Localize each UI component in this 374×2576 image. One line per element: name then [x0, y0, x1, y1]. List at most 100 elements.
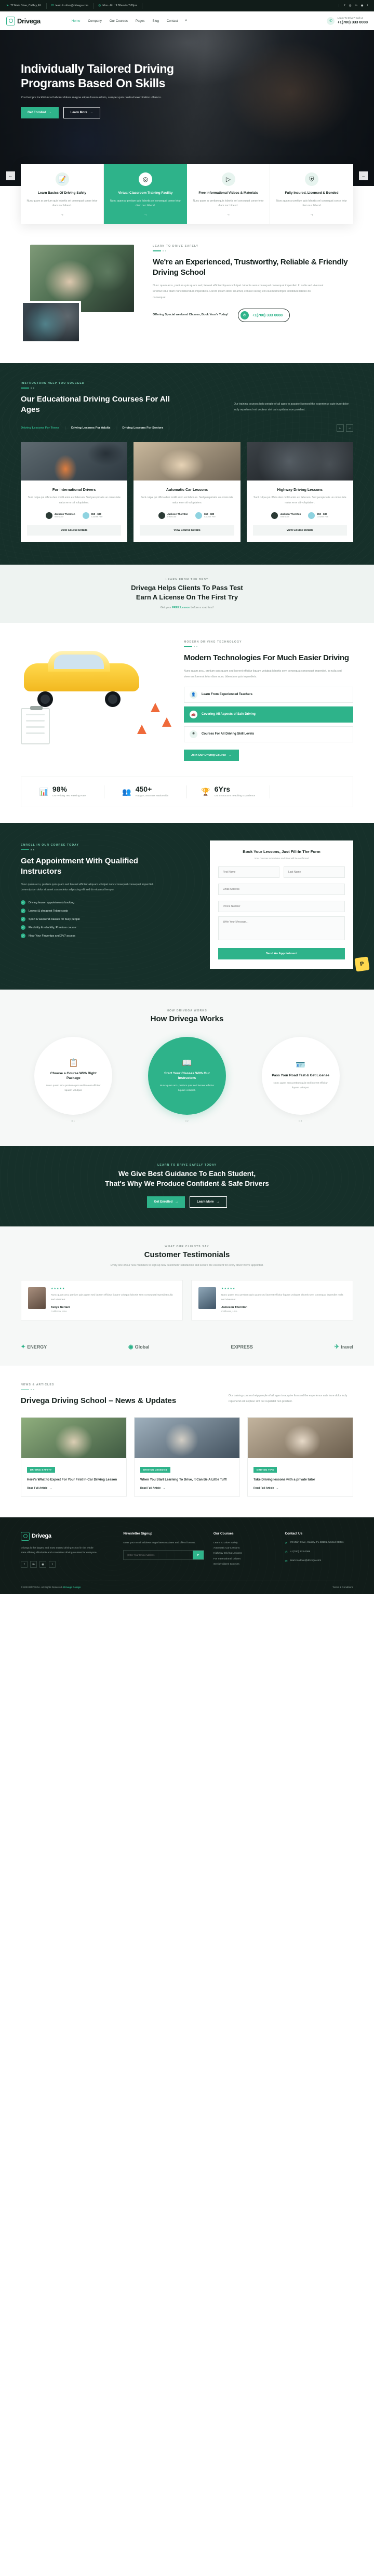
footer-link[interactable]: Highway Driving Lessons	[213, 1551, 276, 1556]
topbar-email[interactable]: ✉ learn.to.drive@drivega.com	[47, 3, 94, 9]
appointment-form: Book Your Lessons, Just Fill-In The Form…	[210, 840, 353, 969]
get-enrolled-label: Get Enrolled	[28, 111, 46, 115]
hero-prev-button[interactable]: ←	[6, 171, 15, 180]
view-course-details-button[interactable]: View Course Details	[252, 525, 347, 536]
guide-get-enrolled-button[interactable]: Get Enrolled →	[147, 1196, 185, 1208]
first-name-input[interactable]	[218, 866, 279, 878]
course-card[interactable]: Automatic Car Lessons Sunt culpa qui off…	[133, 442, 241, 542]
news-card[interactable]: DRIVING SAFETY Here's What to Expect For…	[21, 1417, 127, 1497]
tech-eyebrow: MODERN DRIVING TECHNOLOGY	[184, 640, 242, 644]
guide-learn-more-button[interactable]: Learn More →	[190, 1196, 227, 1208]
nav-item-our-courses[interactable]: Our Courses	[110, 19, 128, 23]
read-article-link[interactable]: Read Full Article →	[253, 1487, 347, 1490]
feature-card[interactable]: ◎ Virtual Classroom Training Facility Nu…	[104, 164, 187, 224]
course-card[interactable]: Highway Driving Lessons Sunt culpa qui o…	[246, 442, 353, 542]
get-enrolled-button[interactable]: Get Enrolled →	[21, 107, 59, 119]
tab-seniors[interactable]: Driving Lessons For Seniors	[116, 426, 170, 430]
hero-next-button[interactable]: →	[359, 171, 368, 180]
testimonials-subtitle: Every one of our new members to sign up …	[110, 1263, 264, 1267]
tech-title: Modern Technologies For Much Easier Driv…	[184, 653, 349, 663]
footer-terms-link[interactable]: Terms & Conditions	[332, 1586, 353, 1589]
send-appointment-button[interactable]: Send An Appointment	[218, 947, 345, 959]
footer-link[interactable]: For International Drivers	[213, 1557, 276, 1562]
feature-card[interactable]: ⛨ Fully Insured, Licensed & Bonded Nunc …	[270, 164, 353, 224]
plane-icon: ✈	[334, 1344, 339, 1351]
courses-prev-button[interactable]: ←	[337, 424, 344, 432]
nav-item-blog[interactable]: Blog	[153, 19, 159, 23]
footer-email[interactable]: ✉ learn.to.drive@drivega.com	[285, 1559, 353, 1565]
tab-teens[interactable]: Driving Lessons For Teens	[21, 426, 65, 430]
arrow-right-icon[interactable]: →	[110, 213, 181, 217]
course-card[interactable]: For International Drivers Sunt culpa qui…	[21, 442, 128, 542]
brand-name: EXPRESS	[231, 1344, 253, 1350]
phone-input[interactable]	[218, 900, 345, 912]
footer-bottom: © 2023 DRIVEGA. All Rights Reserved. Dri…	[21, 1581, 353, 1594]
nav-item-pages[interactable]: Pages	[136, 19, 145, 23]
facebook-icon[interactable]: f	[21, 1561, 28, 1568]
how-eyebrow: HOW DRIVEGA WORKS	[167, 1009, 207, 1012]
nav-item-home[interactable]: Home	[72, 19, 81, 23]
footer-phone[interactable]: ✆ +1(700) 333 0088	[285, 1550, 353, 1556]
view-course-details-button[interactable]: View Course Details	[27, 525, 122, 536]
topbar-social-links: f ◎ in ◉ t	[339, 4, 368, 7]
footer-link[interactable]: Senior Citizen Courses	[213, 1562, 276, 1567]
feature-card[interactable]: 📝 Learn Basics Of Driving Safely Nunc qu…	[21, 164, 104, 224]
page-root: ➤ 72 Main Drive, Calibry, FL ✉ learn.to.…	[0, 0, 374, 1595]
tech-feature-item[interactable]: 👤 Learn From Experienced Teachers	[184, 686, 353, 703]
arrow-right-icon[interactable]: →	[26, 213, 98, 217]
read-article-link[interactable]: Read Full Article →	[27, 1487, 121, 1490]
how-step-desc: Nunc quam arcu pretium quis sed laoreet …	[46, 1084, 101, 1092]
stat-label: Happy Customers Nationwide	[135, 794, 169, 797]
news-card[interactable]: DRIVING TIPS Take Driving lessons with a…	[247, 1417, 353, 1497]
tech-feature-item[interactable]: ⛯ Courses For All Driving Skill Levels	[184, 726, 353, 742]
guide-eyebrow: LEARN TO DRIVE SAFELY TODAY	[157, 1163, 217, 1167]
newsletter-submit-button[interactable]: ➤	[192, 1551, 204, 1560]
footer-logo[interactable]: Drivega	[21, 1531, 114, 1541]
pinterest-icon[interactable]: ◉	[39, 1561, 46, 1568]
linkedin-icon[interactable]: in	[30, 1561, 37, 1568]
email-input[interactable]	[218, 883, 345, 895]
learn-more-button[interactable]: Learn More →	[63, 107, 101, 119]
how-step-card[interactable]: 📋 Choose a Course With Right Package Nun…	[34, 1036, 113, 1115]
how-step-card[interactable]: 🪪 Pass Your Road Test & Get License Nunc…	[261, 1036, 340, 1115]
footer-link[interactable]: Learn To Drive Safely	[213, 1541, 276, 1546]
feature-card[interactable]: ▷ Free Informational Videos & Materials …	[187, 164, 270, 224]
about-phone-number: +1(700) 333 0088	[252, 313, 283, 318]
logo[interactable]: Drivega	[6, 16, 41, 25]
view-course-details-button[interactable]: View Course Details	[140, 525, 234, 536]
arrow-right-icon[interactable]: →	[276, 213, 348, 217]
newsletter-heading: Newsletter Signup	[123, 1531, 153, 1536]
how-step-card[interactable]: 📖 Start Your Classes With Our Instructor…	[148, 1036, 226, 1115]
instructor-role: Instructor	[280, 515, 289, 518]
about-phone-button[interactable]: ✆ +1(700) 333 0088	[237, 308, 290, 322]
courses-title: Our Educational Driving Courses For All …	[21, 395, 170, 415]
search-icon[interactable]: ⌕	[185, 19, 187, 23]
news-card[interactable]: DRIVING LESSONS When You Start Learning …	[134, 1417, 240, 1497]
form-title: Book Your Lessons, Just Fill-In The Form	[243, 849, 320, 854]
join-course-button[interactable]: Join Our Driving Course →	[184, 749, 239, 761]
nav-item-company[interactable]: Company	[88, 19, 101, 23]
instagram-icon[interactable]: ◎	[349, 4, 352, 7]
courses-next-button[interactable]: →	[346, 424, 353, 432]
logo-icon	[6, 16, 15, 25]
facebook-icon[interactable]: f	[344, 4, 345, 7]
divider	[21, 849, 196, 850]
tech-feature-item[interactable]: 🚗 Covering All Aspects of Safe Driving	[184, 706, 353, 723]
arrow-right-icon[interactable]: →	[193, 213, 264, 217]
course-price-label: Course Fee	[91, 515, 103, 518]
read-article-link[interactable]: Read Full Article →	[140, 1487, 234, 1490]
arrow-right-icon: →	[48, 111, 52, 115]
nav-item-contact[interactable]: Contact	[167, 19, 178, 23]
divider	[153, 250, 353, 252]
twitter-icon[interactable]: t	[49, 1561, 56, 1568]
last-name-input[interactable]	[284, 866, 345, 878]
newsletter-email-input[interactable]	[124, 1551, 193, 1560]
linkedin-icon[interactable]: in	[355, 4, 357, 7]
road-icon: ⛯	[190, 730, 197, 738]
tab-adults[interactable]: Driving Lessons For Adults	[65, 426, 117, 430]
message-textarea[interactable]	[218, 916, 345, 940]
twitter-icon[interactable]: t	[367, 4, 368, 7]
header-call[interactable]: ✆ Learn To Drive? Call us +1(700) 333 00…	[327, 17, 368, 25]
footer-link[interactable]: Automatic Car Lessons	[213, 1546, 276, 1551]
pinterest-icon[interactable]: ◉	[361, 4, 364, 7]
